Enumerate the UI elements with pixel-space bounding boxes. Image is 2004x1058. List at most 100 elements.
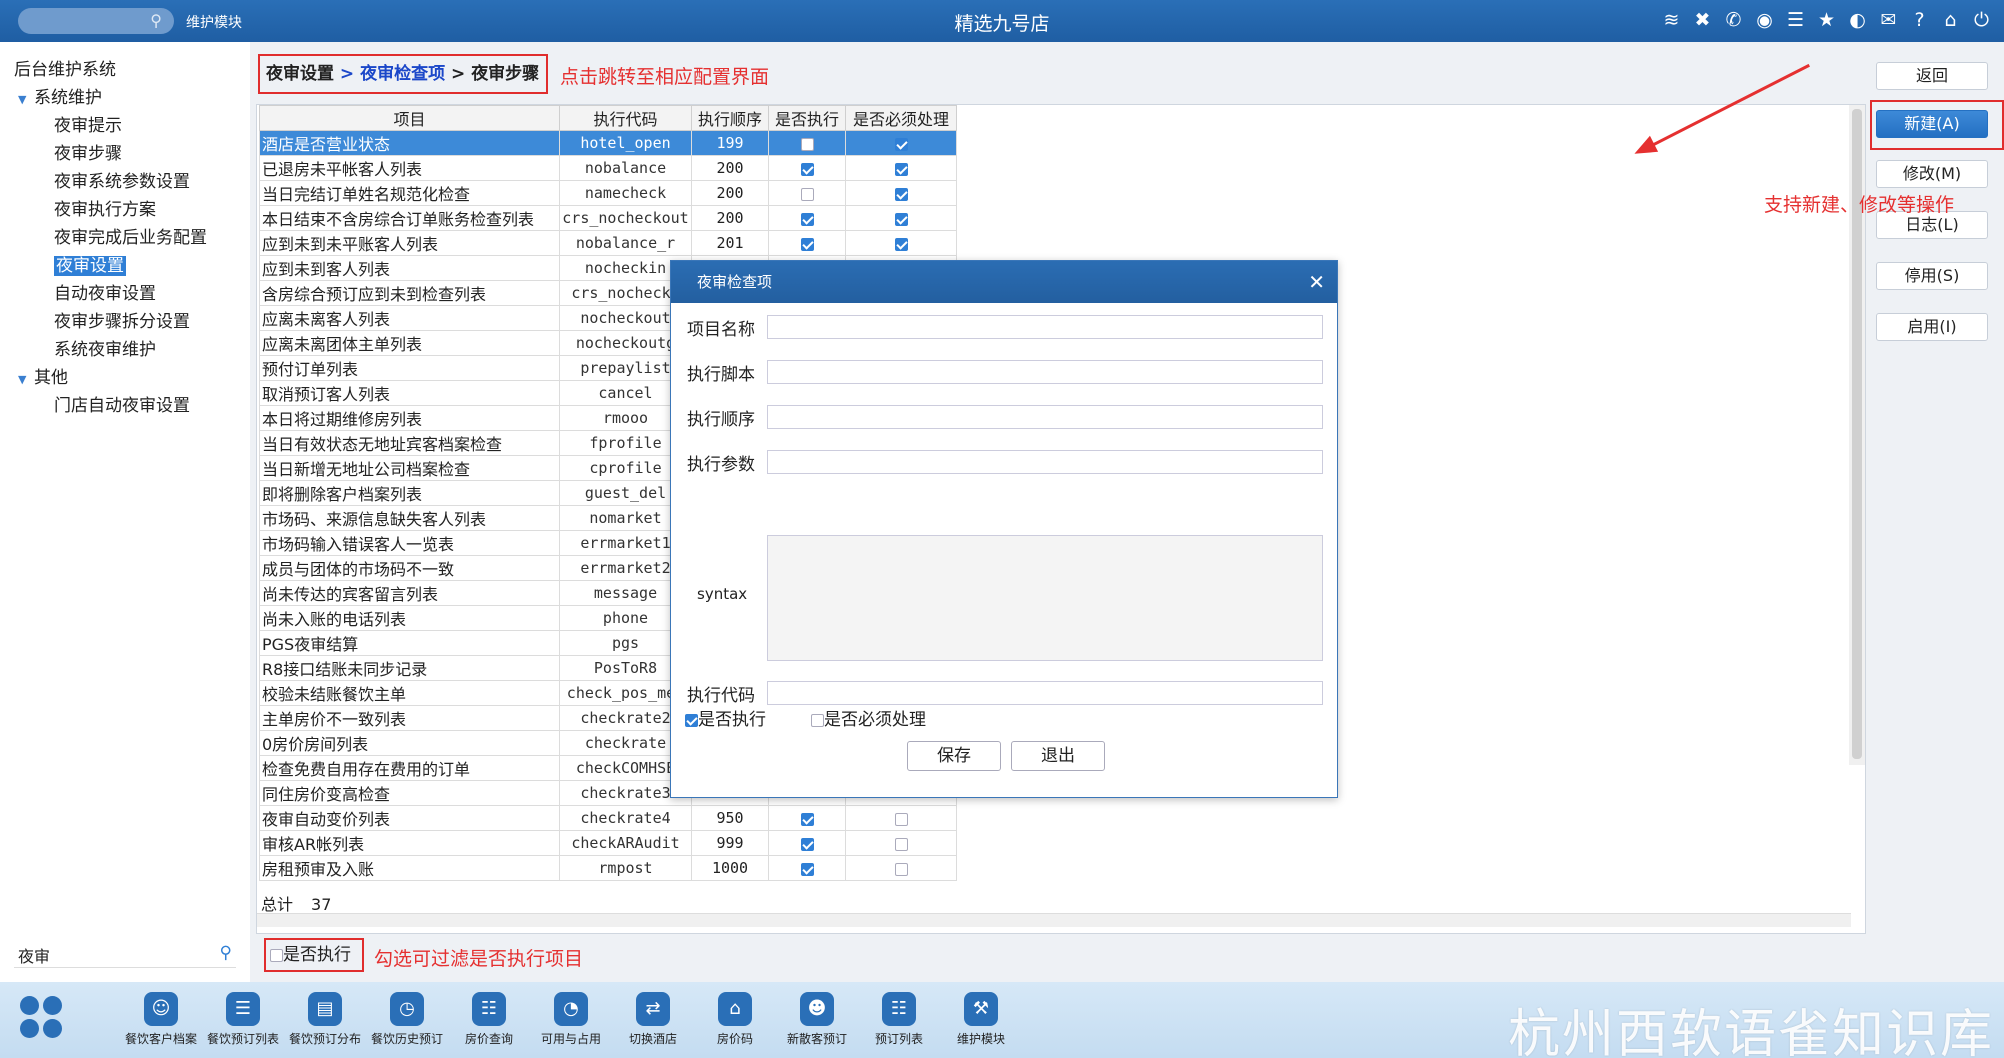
crumb-night-steps[interactable]: 夜审步骤 xyxy=(471,64,539,84)
execute-checkbox[interactable] xyxy=(800,212,814,226)
phone-icon[interactable]: ✆ xyxy=(1723,8,1744,32)
execute-checkbox[interactable] xyxy=(800,237,814,251)
mail-icon[interactable]: ✉ xyxy=(1878,8,1899,32)
must-checkbox-wrap[interactable]: 是否必须处理 xyxy=(811,705,926,730)
menu-icon[interactable]: ☰ xyxy=(1785,8,1806,32)
app-logo-icon[interactable] xyxy=(20,996,64,1040)
table-row[interactable]: 本日结束不含房综合订单账务检查列表 crs_nocheckout 200 xyxy=(259,205,957,231)
must-checkbox[interactable] xyxy=(894,187,908,201)
edit-button[interactable]: 修改(M) xyxy=(1876,160,1988,188)
taskbar-app-maintenance[interactable]: ⚒ 维护模块 xyxy=(940,992,1022,1047)
taskbar-app-booking-list[interactable]: ☷ 预订列表 xyxy=(858,992,940,1047)
col-header-item[interactable]: 项目 xyxy=(259,105,560,131)
must-checkbox[interactable] xyxy=(894,137,908,151)
order-input[interactable] xyxy=(767,405,1323,429)
horizontal-scrollbar[interactable] xyxy=(257,913,1851,927)
sidebar: 后台维护系统 ▼ 系统维护 夜审提示 夜审步骤 夜审系统参数设置 夜审执行方案 夜… xyxy=(0,42,250,982)
home-icon[interactable]: ⌂ xyxy=(1940,8,1961,32)
star-icon[interactable]: ★ xyxy=(1816,8,1837,32)
table-row[interactable]: 酒店是否营业状态 hotel_open 199 xyxy=(259,130,957,156)
contrast-icon[interactable]: ◐ xyxy=(1847,8,1868,32)
disable-button[interactable]: 停用(S) xyxy=(1876,262,1988,290)
sidebar-item-system-night[interactable]: 系统夜审维护 xyxy=(14,336,207,364)
table-row[interactable]: 应到未到未平账客人列表 nobalance_r 201 xyxy=(259,230,957,256)
must-checkbox[interactable] xyxy=(811,713,824,727)
palette-icon[interactable]: ◉ xyxy=(1754,8,1775,32)
execute-checkbox[interactable] xyxy=(800,137,814,151)
sidebar-item-store-auto-night[interactable]: 门店自动夜审设置 xyxy=(14,392,207,420)
taskbar-app-new-walkin[interactable]: ☻ 新散客预订 xyxy=(776,992,858,1047)
must-checkbox[interactable] xyxy=(894,237,908,251)
taskbar-app-dining-profile[interactable]: ☺ 餐饮客户档案 xyxy=(120,992,202,1047)
taskbar-app-dining-list[interactable]: ☰ 餐饮预订列表 xyxy=(202,992,284,1047)
taskbar-app-rate-code[interactable]: ⌂ 房价码 xyxy=(694,992,776,1047)
taskbar-app-rate-query[interactable]: ☷ 房价查询 xyxy=(448,992,530,1047)
syntax-textarea[interactable] xyxy=(767,535,1323,661)
script-input[interactable] xyxy=(767,360,1323,384)
save-button[interactable]: 保存 xyxy=(907,741,1001,771)
execute-checkbox[interactable] xyxy=(800,862,814,876)
enable-button[interactable]: 启用(I) xyxy=(1876,313,1988,341)
table-row[interactable]: 已退房未平帐客人列表 nobalance 200 xyxy=(259,155,957,181)
params-input[interactable] xyxy=(767,450,1323,474)
sidebar-item-night-settings[interactable]: 夜审设置 xyxy=(14,252,207,280)
col-header-order[interactable]: 执行顺序 xyxy=(691,105,769,131)
taskbar-app-dining-history[interactable]: ◷ 餐饮历史预订 xyxy=(366,992,448,1047)
close-icon[interactable]: ✕ xyxy=(1308,261,1325,303)
table-row[interactable]: 夜审自动变价列表 checkrate4 950 xyxy=(259,805,957,831)
col-header-must[interactable]: 是否必须处理 xyxy=(845,105,957,131)
sidebar-item-auto-night[interactable]: 自动夜审设置 xyxy=(14,280,207,308)
sidebar-item-step-split[interactable]: 夜审步骤拆分设置 xyxy=(14,308,207,336)
taskbar-app-availability[interactable]: ◔ 可用与占用 xyxy=(530,992,612,1047)
table-row[interactable]: 当日完结订单姓名规范化检查 namecheck 200 xyxy=(259,180,957,206)
cell-item: 成员与团体的市场码不一致 xyxy=(259,555,560,581)
table-row[interactable]: 房租预审及入账 rmpost 1000 xyxy=(259,855,957,881)
execute-checkbox-wrap[interactable]: 是否执行 xyxy=(685,705,766,730)
col-header-execute[interactable]: 是否执行 xyxy=(768,105,846,131)
back-button[interactable]: 返回 xyxy=(1876,62,1988,90)
tree-group-system[interactable]: ▼ 系统维护 xyxy=(14,84,207,112)
exit-button[interactable]: 退出 xyxy=(1011,741,1105,771)
tree-root[interactable]: 后台维护系统 xyxy=(14,56,207,84)
code-input[interactable] xyxy=(767,681,1323,705)
must-checkbox[interactable] xyxy=(894,212,908,226)
execute-checkbox[interactable] xyxy=(800,162,814,176)
filter-checkbox[interactable] xyxy=(270,948,283,962)
caret-down-icon[interactable]: ▼ xyxy=(18,366,34,394)
taskbar-app-dining-dist[interactable]: ▤ 餐饮预订分布 xyxy=(284,992,366,1047)
sidebar-item-night-tips[interactable]: 夜审提示 xyxy=(14,112,207,140)
caret-down-icon[interactable]: ▼ xyxy=(18,86,34,114)
cell-must xyxy=(845,830,957,856)
must-checkbox[interactable] xyxy=(894,812,908,826)
taskbar-app-switch-hotel[interactable]: ⇄ 切换酒店 xyxy=(612,992,694,1047)
sidebar-item-night-params[interactable]: 夜审系统参数设置 xyxy=(14,168,207,196)
search-icon[interactable]: ⚲ xyxy=(220,943,232,963)
sidebar-search-input[interactable]: 夜审 ⚲ xyxy=(14,940,236,968)
execute-checkbox[interactable] xyxy=(800,837,814,851)
must-checkbox[interactable] xyxy=(894,862,908,876)
cell-code: crs_nocheckout xyxy=(559,205,692,231)
crumb-night-settings[interactable]: 夜审设置 xyxy=(266,64,334,84)
cell-item: 酒店是否营业状态 xyxy=(259,130,560,156)
new-button[interactable]: 新建(A) xyxy=(1876,110,1988,138)
crumb-night-check[interactable]: 夜审检查项 xyxy=(360,64,445,84)
sidebar-item-post-config[interactable]: 夜审完成后业务配置 xyxy=(14,224,207,252)
name-input[interactable] xyxy=(767,315,1323,339)
col-header-code[interactable]: 执行代码 xyxy=(559,105,692,131)
tools-icon[interactable]: ✖ xyxy=(1692,8,1713,32)
execute-checkbox[interactable] xyxy=(800,812,814,826)
wifi-icon[interactable]: ≋ xyxy=(1661,8,1682,32)
execute-filter[interactable]: 是否执行 xyxy=(264,938,364,972)
table-row[interactable]: 审核AR帐列表 checkARAudit 999 xyxy=(259,830,957,856)
help-icon[interactable]: ? xyxy=(1909,8,1930,32)
must-checkbox[interactable] xyxy=(894,837,908,851)
watermark: 杭州西软语雀知识库 xyxy=(1507,1005,1994,1058)
sidebar-item-night-steps[interactable]: 夜审步骤 xyxy=(14,140,207,168)
power-icon[interactable]: ⏻ xyxy=(1971,8,1992,32)
execute-checkbox[interactable] xyxy=(800,187,814,201)
cell-item: 检查免费自用存在费用的订单 xyxy=(259,755,560,781)
sidebar-item-night-plan[interactable]: 夜审执行方案 xyxy=(14,196,207,224)
tree-group-other[interactable]: ▼ 其他 xyxy=(14,364,207,392)
execute-checkbox[interactable] xyxy=(685,713,698,727)
must-checkbox[interactable] xyxy=(894,162,908,176)
